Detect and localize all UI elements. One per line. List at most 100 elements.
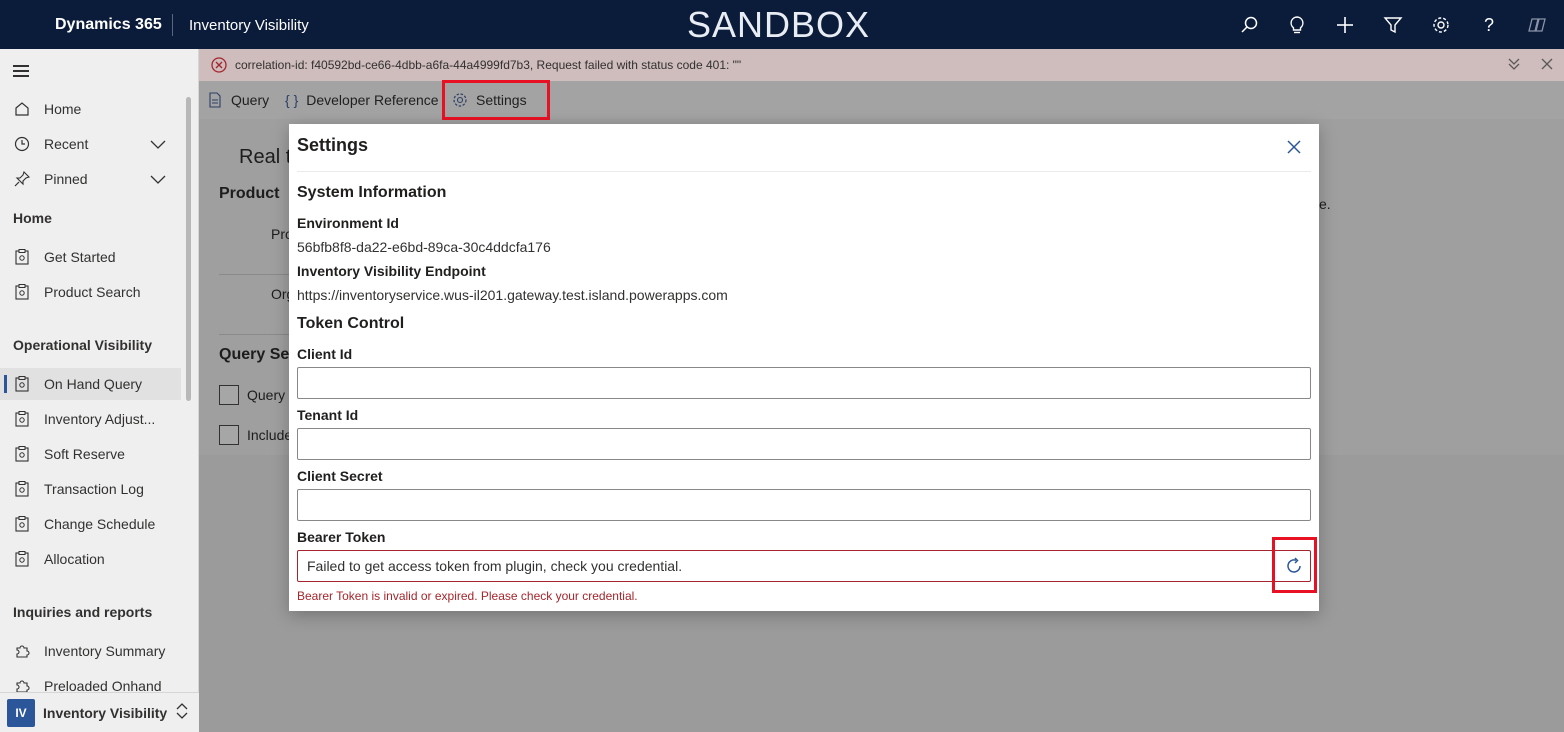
sidebar-item-label: Get Started — [44, 249, 116, 265]
sidebar-section-home: Home — [13, 210, 52, 226]
page-title: Real t — [239, 146, 292, 168]
include-checkbox[interactable] — [219, 425, 239, 445]
sidebar-item-label: Product Search — [44, 284, 141, 300]
truncated-text: e. — [1319, 196, 1331, 212]
plus-icon[interactable] — [1333, 13, 1357, 37]
bearer-token-error-message: Bearer Token is invalid or expired. Plea… — [297, 589, 638, 603]
clipboard-icon — [13, 550, 31, 568]
tenant-id-field[interactable] — [297, 428, 1311, 460]
clipboard-icon — [13, 480, 31, 498]
clipboard-icon — [13, 283, 31, 301]
client-secret-label: Client Secret — [297, 468, 383, 484]
error-notification-bar: correlation-id: f40592bd-ce66-4dbb-a6fa-… — [199, 49, 1564, 81]
sidebar-item-label: Soft Reserve — [44, 446, 125, 462]
chevron-down-icon[interactable] — [150, 172, 166, 188]
clipboard-icon — [13, 445, 31, 463]
document-icon — [207, 92, 223, 108]
area-badge: IV — [7, 698, 35, 727]
divider — [219, 334, 289, 335]
help-icon[interactable]: ? — [1477, 13, 1501, 37]
sidebar-scrollbar[interactable] — [186, 97, 191, 401]
sidebar-item-label: Recent — [44, 136, 89, 152]
braces-icon: { } — [285, 92, 299, 108]
query-checkbox[interactable] — [219, 385, 239, 405]
endpoint-value: https://inventoryservice.wus-il201.gatew… — [297, 287, 728, 303]
area-name: Inventory Visibility — [43, 704, 168, 721]
sidebar-item-inventory-adjust[interactable]: Inventory Adjust... — [0, 403, 181, 435]
settings-dialog: Settings System Information Environment … — [289, 124, 1319, 611]
puzzle-icon — [13, 642, 31, 660]
sidebar-item-label: Change Schedule — [44, 516, 156, 532]
sidebar-item-label: Pinned — [44, 171, 88, 187]
query-settings-title: Query Set — [219, 346, 295, 363]
dialog-header-divider — [297, 171, 1311, 172]
endpoint-label: Inventory Visibility Endpoint — [297, 263, 486, 279]
client-id-field[interactable] — [297, 367, 1311, 399]
sidebar-item-get-started[interactable]: Get Started — [0, 241, 181, 273]
clipboard-icon — [13, 248, 31, 266]
clipboard-icon — [13, 375, 31, 393]
bearer-token-label: Bearer Token — [297, 529, 386, 545]
home-icon — [13, 100, 31, 118]
area-switcher[interactable]: IV Inventory Visibility — [0, 692, 199, 732]
sidebar-item-allocation[interactable]: Allocation — [0, 543, 181, 575]
error-message: correlation-id: f40592bd-ce66-4dbb-a6fa-… — [235, 58, 742, 72]
header-divider — [172, 14, 173, 36]
sidebar: Home Recent Pinned Home Get Started Prod… — [0, 49, 199, 732]
settings-highlight-box — [442, 80, 550, 120]
sidebar-item-pinned[interactable]: Pinned — [0, 163, 181, 195]
sidebar-item-on-hand-query[interactable]: On Hand Query — [0, 368, 181, 400]
sidebar-item-transaction-log[interactable]: Transaction Log — [0, 473, 181, 505]
tenant-id-label: Tenant Id — [297, 407, 359, 423]
command-bar: Query { } Developer Reference Settings — [199, 81, 1564, 119]
bearer-token-field[interactable] — [297, 550, 1311, 582]
sandbox-banner: SANDBOX — [687, 4, 871, 45]
sidebar-item-home[interactable]: Home — [0, 93, 181, 125]
token-control-heading: Token Control — [297, 315, 405, 332]
sidebar-item-label: Inventory Summary — [44, 643, 166, 659]
clock-icon — [13, 135, 31, 153]
client-secret-field[interactable] — [297, 489, 1311, 521]
module-name[interactable]: Inventory Visibility — [189, 17, 309, 34]
system-information-heading: System Information — [297, 184, 447, 201]
sidebar-section-inquiries: Inquiries and reports — [13, 604, 153, 620]
hamburger-menu-icon[interactable] — [13, 65, 29, 77]
search-icon[interactable] — [1237, 13, 1261, 37]
top-navigation-bar: Dynamics 365 Inventory Visibility SANDBO… — [0, 0, 1564, 49]
environment-id-value: 56bfb8f8-da22-e6bd-89ca-30c4ddcfa176 — [297, 239, 551, 255]
error-circle-icon — [211, 57, 227, 73]
environment-id-label: Environment Id — [297, 215, 399, 231]
developer-reference-button[interactable]: { } Developer Reference — [285, 81, 439, 119]
sidebar-item-label: Transaction Log — [44, 481, 144, 497]
product-section-title: Product — [219, 185, 280, 202]
gear-icon[interactable] — [1429, 13, 1453, 37]
include-checkbox-label: Include — [247, 427, 293, 443]
copilot-icon[interactable] — [1525, 13, 1549, 37]
pin-icon — [13, 170, 31, 188]
lightbulb-icon[interactable] — [1285, 13, 1309, 37]
sidebar-item-change-schedule[interactable]: Change Schedule — [0, 508, 181, 540]
sidebar-item-recent[interactable]: Recent — [0, 128, 181, 160]
chevron-double-down-icon[interactable] — [1507, 57, 1521, 74]
filter-icon[interactable] — [1381, 13, 1405, 37]
query-button[interactable]: Query — [207, 81, 269, 119]
sidebar-item-soft-reserve[interactable]: Soft Reserve — [0, 438, 181, 470]
chevron-down-icon[interactable] — [150, 137, 166, 153]
chevron-up-down-icon[interactable] — [175, 702, 189, 723]
clipboard-icon — [13, 515, 31, 533]
sidebar-item-inventory-summary[interactable]: Inventory Summary — [0, 635, 181, 667]
sidebar-item-label: Allocation — [44, 551, 105, 567]
divider — [219, 274, 289, 275]
developer-reference-label: Developer Reference — [306, 92, 439, 108]
sidebar-item-label: Home — [44, 101, 82, 117]
dialog-title: Settings — [297, 135, 369, 155]
clipboard-icon — [13, 410, 31, 428]
refresh-highlight-box — [1272, 537, 1317, 593]
app-name[interactable]: Dynamics 365 — [55, 16, 162, 34]
sidebar-item-label: On Hand Query — [44, 376, 143, 392]
sidebar-item-product-search[interactable]: Product Search — [0, 276, 181, 308]
close-icon[interactable] — [1286, 139, 1304, 157]
query-checkbox-label: Query — [247, 387, 286, 403]
query-label: Query — [231, 92, 270, 108]
close-icon[interactable] — [1540, 57, 1554, 74]
